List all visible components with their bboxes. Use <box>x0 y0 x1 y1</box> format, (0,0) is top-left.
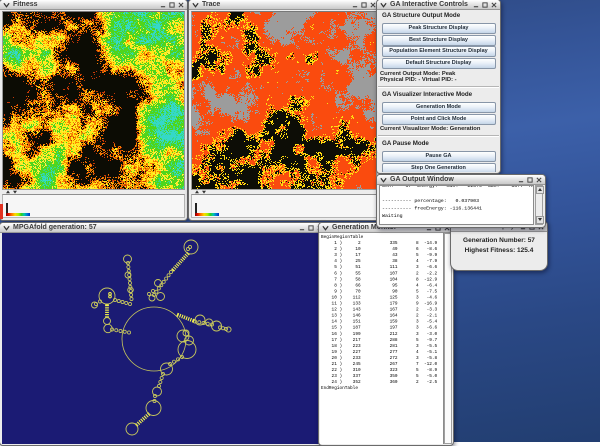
window-ga-interactive-controls: GA Interactive Controls GA Structure Out… <box>376 0 501 174</box>
minimize-icon[interactable] <box>518 177 524 183</box>
fitness-legend-panel <box>2 194 185 218</box>
window-buttons <box>160 2 184 8</box>
window-menu-chevron-icon[interactable] <box>322 225 329 231</box>
controls-content: GA Structure Output Mode Peak Structure … <box>378 10 499 172</box>
current-visualizer-mode-status: Current Visualizer Mode: Generation <box>380 126 499 132</box>
window-menu-chevron-icon[interactable] <box>3 225 10 231</box>
close-icon[interactable] <box>491 2 497 8</box>
trace-titlebar[interactable]: Trace <box>189 0 379 10</box>
desktop-background: Fitness Trace <box>0 0 600 442</box>
pid-status: Physical PID: - Virtual PID: - <box>380 77 499 83</box>
minimize-icon[interactable] <box>299 225 305 231</box>
window-menu-chevron-icon[interactable] <box>380 177 387 183</box>
trace-heatmap[interactable] <box>191 11 377 190</box>
maximize-icon[interactable] <box>169 2 175 8</box>
mpgafold-titlebar[interactable]: MPGAfold generation: 57 <box>0 223 326 233</box>
trace-content <box>190 10 378 219</box>
window-buttons <box>473 2 497 8</box>
output-mode-label: GA Structure Output Mode <box>382 12 499 19</box>
separator <box>378 86 499 88</box>
separator <box>378 135 499 137</box>
red-marker <box>0 204 3 219</box>
visualizer-mode-label: GA Visualizer Interactive Mode <box>382 91 499 98</box>
maximize-icon[interactable] <box>308 225 314 231</box>
genmon-textarea[interactable]: BeginRegionTable 1 ) 2 335 8 -14.9 2 ) 1… <box>320 233 444 444</box>
close-icon[interactable] <box>536 177 542 183</box>
output-title: GA Output Window <box>390 175 518 185</box>
rna-structure-canvas[interactable] <box>2 233 324 444</box>
step-one-generation-button[interactable]: Step One Generation <box>382 163 496 172</box>
trace-colorbar <box>195 213 219 217</box>
fitness-title: Fitness <box>13 0 160 10</box>
output-content: Gen: 57 Energy: min: -115.9 max: -16.7 A… <box>378 185 544 226</box>
window-ga-statistics: GA Statistics Display Generation Number:… <box>450 221 548 271</box>
region-table-text: BeginRegionTable 1 ) 2 335 8 -14.9 2 ) 1… <box>321 234 444 391</box>
window-buttons <box>352 2 376 8</box>
peak-structure-display-button[interactable]: Peak Structure Display <box>382 23 496 34</box>
controls-titlebar[interactable]: GA Interactive Controls <box>377 0 500 10</box>
default-structure-display-button[interactable]: Default Structure Display <box>382 58 496 69</box>
output-scrollbar[interactable] <box>535 185 543 225</box>
fitness-heatmap[interactable] <box>2 11 185 190</box>
generation-number-value: Generation Number: 57 <box>452 236 546 246</box>
mpgafold-title: MPGAfold generation: 57 <box>13 223 299 233</box>
best-structure-display-button[interactable]: Best Structure Display <box>382 35 496 46</box>
close-icon[interactable] <box>178 2 184 8</box>
pause-mode-label: GA Pause Mode <box>382 140 499 147</box>
fitness-content <box>1 10 186 219</box>
output-textarea[interactable]: Gen: 57 Energy: min: -115.9 max: -16.7 A… <box>379 185 534 225</box>
fitness-colorbar <box>6 213 30 217</box>
window-trace: Trace <box>188 0 380 221</box>
highest-fitness-value: Highest Fitness: 125.4 <box>452 246 546 256</box>
pause-ga-button[interactable]: Pause GA <box>382 151 496 162</box>
trace-title: Trace <box>202 0 352 10</box>
point-and-click-mode-button[interactable]: Point and Click Mode <box>382 114 496 125</box>
scroll-up-icon[interactable] <box>536 186 544 194</box>
rna-secondary-structure <box>2 233 324 444</box>
window-mpgafold: MPGAfold generation: 57 <box>0 222 327 446</box>
window-generation-monitor: Generation Monitor BeginRegionTable 1 ) … <box>318 222 454 446</box>
maximize-icon[interactable] <box>482 2 488 8</box>
window-menu-chevron-icon[interactable] <box>3 2 10 8</box>
maximize-icon[interactable] <box>361 2 367 8</box>
mpgafold-content <box>1 233 325 444</box>
trace-legend-panel <box>191 194 377 218</box>
population-element-structure-display-button[interactable]: Population Element Structure Display <box>382 46 496 57</box>
genmon-content: BeginRegionTable 1 ) 2 335 8 -14.9 2 ) 1… <box>320 233 452 444</box>
window-ga-output: GA Output Window Gen: 57 Energy: min: -1… <box>376 174 546 228</box>
controls-title: GA Interactive Controls <box>390 0 473 10</box>
window-menu-chevron-icon[interactable] <box>192 2 199 8</box>
window-fitness: Fitness <box>0 0 188 221</box>
generation-mode-button[interactable]: Generation Mode <box>382 102 496 113</box>
stats-content: Generation Number: 57 Highest Fitness: 1… <box>452 232 546 269</box>
window-menu-chevron-icon[interactable] <box>380 2 387 8</box>
minimize-icon[interactable] <box>160 2 166 8</box>
window-buttons <box>518 177 542 183</box>
minimize-icon[interactable] <box>352 2 358 8</box>
output-titlebar[interactable]: GA Output Window <box>377 175 545 185</box>
fitness-titlebar[interactable]: Fitness <box>0 0 187 10</box>
ga-output-log-text: Gen: 57 Energy: min: -115.9 max: -16.7 A… <box>382 185 534 219</box>
minimize-icon[interactable] <box>473 2 479 8</box>
maximize-icon[interactable] <box>527 177 533 183</box>
scroll-down-icon[interactable] <box>536 216 544 224</box>
